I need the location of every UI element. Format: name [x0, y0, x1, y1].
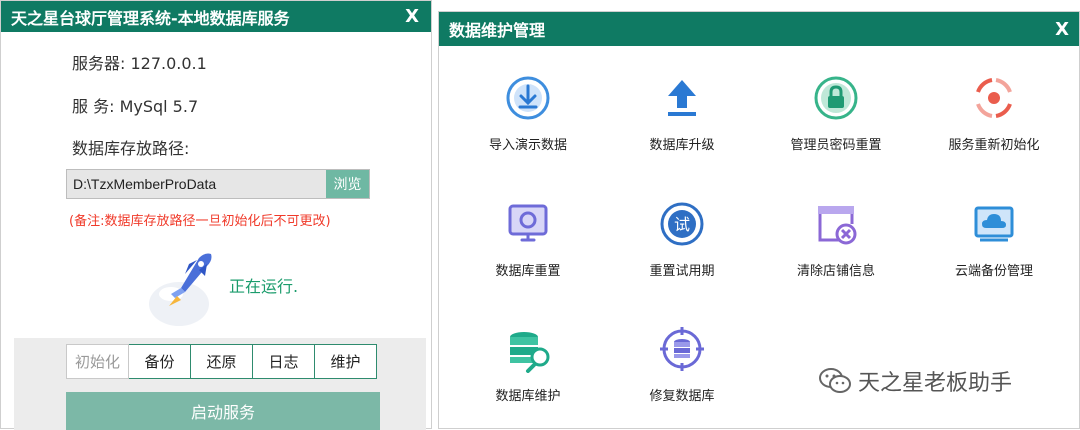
browse-button[interactable]: 浏览 — [326, 170, 369, 198]
tile-label: 管理员密码重置 — [790, 138, 882, 153]
right-title-bar: 数据维护管理 X — [439, 12, 1079, 46]
tile-label: 修复数据库 — [649, 389, 715, 404]
tile-db-maintain[interactable]: 数据库维护 — [453, 325, 603, 404]
tile-db-repair[interactable]: 修复数据库 — [607, 325, 757, 404]
tile-trial-reset[interactable]: 试 重置试用期 — [607, 200, 757, 279]
lock-icon — [814, 76, 858, 120]
right-window-title: 数据维护管理 — [449, 21, 546, 40]
tile-db-reset[interactable]: 数据库重置 — [453, 200, 603, 279]
init-button[interactable]: 初始化 — [66, 344, 129, 379]
tile-cloud-backup[interactable]: 云端备份管理 — [919, 200, 1069, 279]
import-demo-icon — [506, 76, 550, 120]
service-label: 服 务: MySql 5.7 — [72, 97, 199, 116]
tile-label: 重置试用期 — [649, 264, 715, 279]
service-status: 正在运行. — [229, 277, 299, 296]
tile-label: 导入演示数据 — [488, 138, 567, 153]
tile-db-upgrade[interactable]: 数据库升级 — [607, 74, 757, 153]
action-button-row: 初始化 备份 还原 日志 维护 — [66, 344, 377, 379]
tile-label: 服务重新初始化 — [948, 138, 1040, 153]
db-repair-icon — [660, 327, 704, 371]
path-note: (备注:数据库存放路径一旦初始化后不可更改) — [69, 214, 331, 229]
restore-button[interactable]: 还原 — [191, 344, 253, 379]
db-wrench-icon — [510, 332, 550, 373]
trial-badge-icon: 试 — [660, 202, 704, 246]
left-title-bar: 天之星台球厅管理系统-本地数据库服务 X — [1, 1, 431, 32]
tile-label: 数据库升级 — [649, 138, 715, 153]
shop-clear-icon — [818, 206, 857, 245]
db-path-label: 数据库存放路径: — [72, 139, 190, 158]
local-db-service-window: 天之星台球厅管理系统-本地数据库服务 X 服务器: 127.0.0.1 服 务:… — [0, 0, 432, 430]
tile-label: 数据库维护 — [495, 389, 561, 404]
right-close-icon[interactable]: X — [1055, 19, 1069, 40]
rocket-icon — [149, 253, 212, 326]
wechat-icon — [819, 368, 851, 393]
svg-text:试: 试 — [674, 215, 690, 234]
db-path-field: 浏览 — [66, 169, 370, 199]
tile-service-reinit[interactable]: 服务重新初始化 — [919, 74, 1069, 153]
backup-button[interactable]: 备份 — [129, 344, 191, 379]
watermark: 天之星老板助手 — [818, 365, 1012, 397]
watermark-text: 天之星老板助手 — [858, 371, 1013, 396]
db-path-input[interactable] — [67, 170, 326, 198]
tile-clear-shop[interactable]: 清除店铺信息 — [761, 200, 911, 279]
monitor-reset-icon — [508, 204, 548, 242]
upload-arrow-icon — [668, 80, 696, 116]
tile-admin-pwd-reset[interactable]: 管理员密码重置 — [761, 74, 911, 153]
maintain-button[interactable]: 维护 — [315, 344, 377, 379]
tile-label: 数据库重置 — [495, 264, 561, 279]
tile-label: 云端备份管理 — [954, 264, 1033, 279]
tile-import-demo[interactable]: 导入演示数据 — [453, 74, 603, 153]
left-close-icon[interactable]: X — [405, 6, 419, 27]
tile-label: 清除店铺信息 — [796, 264, 875, 279]
start-service-button[interactable]: 启动服务 — [66, 392, 380, 430]
log-button[interactable]: 日志 — [253, 344, 315, 379]
left-window-title: 天之星台球厅管理系统-本地数据库服务 — [11, 8, 290, 28]
server-label: 服务器: 127.0.0.1 — [72, 54, 207, 73]
cloud-backup-icon — [974, 206, 1014, 242]
reset-target-icon — [976, 78, 1012, 118]
